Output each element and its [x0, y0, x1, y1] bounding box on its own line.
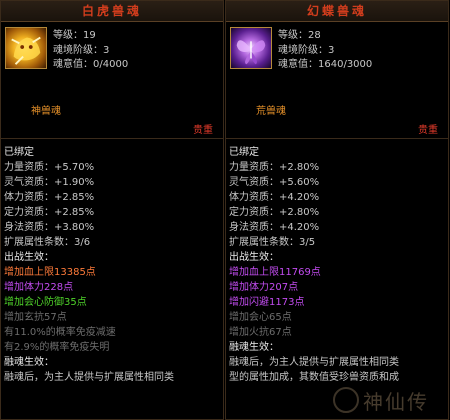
right-attribute-line: 扩展属性条数：3/5: [229, 237, 316, 248]
right-pet-soul-panel: 幻蝶兽魂 等级：28 魂境阶级：3 魂意值：1640/3000 荒兽魂 贵重 已…: [225, 0, 449, 420]
left-attribute-line: 增加体力228点: [4, 282, 74, 293]
left-soul-value: 魂意值：0/4000: [53, 59, 129, 70]
site-watermark-logo: 神仙传: [333, 385, 448, 415]
left-attribute-line: 有11.0%的概率免疫减速: [4, 327, 116, 338]
white-tiger-portrait-icon[interactable]: [5, 27, 47, 69]
right-attribute-line: 增加会心65点: [229, 312, 292, 323]
right-attribute-line: 定力资质：+2.80%: [229, 207, 320, 218]
watermark-emblem-icon: [333, 387, 359, 413]
left-level: 等级：19: [53, 30, 96, 41]
left-attribute-line: 体力资质：+2.85%: [4, 192, 95, 203]
left-attribute-line: 增加玄抗57点: [4, 312, 67, 323]
phantom-butterfly-portrait-icon[interactable]: [230, 27, 272, 69]
right-attribute-line: 增加体力207点: [229, 282, 299, 293]
right-soul-value: 魂意值：1640/3000: [278, 59, 373, 70]
left-attribute-line: 融魂生效：: [4, 357, 54, 368]
left-rarity: 贵重: [193, 125, 213, 136]
left-attribute-line: 融魂后，为主人提供与扩展属性相同类: [4, 372, 174, 383]
right-header: 等级：28 魂境阶级：3 魂意值：1640/3000 荒兽魂 贵重: [226, 22, 448, 138]
left-realm: 魂境阶级：3: [53, 44, 110, 56]
right-attribute-line: 融魂后，为主人提供与扩展属性相同类: [229, 357, 399, 368]
right-attribute-line: 增加火抗67点: [229, 327, 292, 338]
left-attribute-line: 身法资质：+3.80%: [4, 222, 95, 233]
right-attribute-line: 已绑定: [229, 147, 259, 158]
right-attribute-line: 力量资质：+2.80%: [229, 162, 320, 173]
left-attribute-line: 有2.9%的概率免疫失明: [4, 342, 110, 353]
right-level: 等级：28: [278, 30, 321, 41]
right-attribute-line: 灵气资质：+5.60%: [229, 177, 320, 188]
right-attribute-line: 出战生效：: [229, 252, 279, 263]
left-attribute-line: 已绑定: [4, 147, 34, 158]
right-attribute-line: 体力资质：+4.20%: [229, 192, 320, 203]
left-attribute-line: 扩展属性条数：3/6: [4, 237, 91, 248]
left-soul-name: 神兽魂: [31, 106, 61, 117]
right-attribute-line: 身法资质：+4.20%: [229, 222, 320, 233]
left-attribute-line: 增加会心防御35点: [4, 297, 87, 308]
left-attribute-line: 增加血上限13385点: [4, 267, 96, 278]
right-attribute-line: 融魂生效：: [229, 342, 279, 353]
right-soul-name: 荒兽魂: [256, 106, 286, 117]
left-attribute-line: 定力资质：+2.85%: [4, 207, 95, 218]
left-attribute-line: 出战生效：: [4, 252, 54, 263]
left-header: 等级：19 魂境阶级：3 魂意值：0/4000 神兽魂 贵重: [1, 22, 223, 138]
right-attribute-line: 增加闪避1173点: [229, 297, 305, 308]
right-attribute-line: 增加血上限11769点: [229, 267, 321, 278]
right-rarity: 贵重: [418, 125, 438, 136]
left-panel-title: 白虎兽魂: [1, 1, 223, 22]
left-attribute-list: 已绑定力量资质：+5.70% 灵气资质：+1.90% 体力资质：+2.85% 定力资质…: [1, 139, 223, 385]
right-attribute-list: 已绑定力量资质：+2.80% 灵气资质：+5.60% 体力资质：+4.20% 定力资质…: [226, 139, 448, 385]
right-stats: 等级：28 魂境阶级：3 魂意值：1640/3000: [278, 29, 372, 73]
left-attribute-line: 力量资质：+5.70%: [4, 162, 95, 173]
left-stats: 等级：19 魂境阶级：3 魂意值：0/4000: [53, 29, 128, 73]
right-attribute-line: 型的属性加成，其数值受珍兽资质和成: [229, 372, 399, 383]
right-panel-title: 幻蝶兽魂: [226, 1, 448, 22]
right-realm: 魂境阶级：3: [278, 44, 335, 56]
left-attribute-line: 灵气资质：+1.90%: [4, 177, 95, 188]
watermark-text: 神仙传: [363, 389, 429, 414]
left-pet-soul-panel: 白虎兽魂 等级：19 魂境阶级：3 魂意值：0/4000 神兽魂 贵重 已绑定力…: [0, 0, 224, 420]
